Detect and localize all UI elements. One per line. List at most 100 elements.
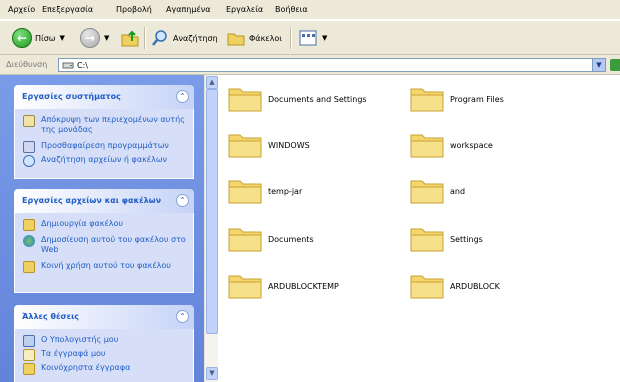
views-button[interactable]: ▼ (298, 25, 327, 51)
collapse-icon[interactable]: ⌃ (176, 310, 189, 323)
add-remove-programs-label: Προσθαφαίρεση προγραμμάτων (41, 141, 169, 150)
folder-name: Settings (450, 235, 483, 244)
menu-edit[interactable]: Επεξεργασία (42, 5, 93, 14)
publish-folder-link[interactable]: Δημοσίευση αυτού του φακέλου στο Web (15, 235, 193, 259)
menu-help[interactable]: Βοήθεια (275, 5, 308, 14)
folders-button[interactable]: Φάκελοι (226, 25, 282, 51)
forward-dropdown-icon[interactable]: ▼ (104, 34, 109, 42)
file-tasks-header[interactable]: Εργασίες αρχείων και φακέλων ⌃ (14, 189, 194, 213)
address-bar: Διεύθυνση C:\ ▼ (0, 55, 620, 75)
my-documents-link[interactable]: Τα έγγραφά μου (15, 349, 193, 363)
folder-item[interactable]: ARDUBLOCKTEMP (220, 266, 400, 302)
my-computer-label: Ο Υπολογιστής μου (41, 335, 119, 344)
views-icon (299, 30, 317, 46)
menu-tools[interactable]: Εργαλεία (226, 5, 263, 14)
go-button[interactable] (610, 59, 620, 71)
back-button[interactable]: ← Πίσω ▼ (12, 25, 65, 51)
shared-documents-icon (23, 363, 35, 375)
folder-icon (228, 275, 262, 299)
share-folder-link[interactable]: Κοινή χρήση αυτού του φακέλου (15, 261, 193, 285)
scroll-thumb[interactable] (206, 89, 218, 334)
folder-name: Program Files (450, 95, 504, 104)
system-tasks-body: Απόκρυψη των περιεχομένων αυτής της μονά… (14, 109, 194, 179)
system-tasks-header[interactable]: Εργασίες συστήματος ⌃ (14, 85, 194, 109)
folders-label: Φάκελοι (249, 33, 282, 43)
search-icon (152, 30, 167, 46)
make-folder-label: Δημιουργία φακέλου (41, 219, 124, 228)
folder-name: ARDUBLOCKTEMP (268, 282, 339, 291)
folder-name: WINDOWS (268, 141, 310, 150)
folder-name: Documents (268, 235, 314, 244)
task-pane: Εργασίες συστήματος ⌃ Απόκρυψη των περιε… (0, 75, 204, 382)
system-tasks-panel: Εργασίες συστήματος ⌃ Απόκρυψη των περιε… (14, 85, 194, 179)
folder-icon (228, 88, 262, 112)
folder-icon (410, 228, 444, 252)
folder-icon (228, 180, 262, 204)
folder-item[interactable]: ARDUBLOCK (402, 266, 582, 302)
other-places-panel: Άλλες θέσεις ⌃ Ο Υπολογιστής μου Τα έγγρ… (14, 305, 194, 382)
my-documents-icon (23, 349, 35, 361)
folder-icon (228, 228, 262, 252)
collapse-icon[interactable]: ⌃ (176, 90, 189, 103)
menu-file[interactable]: Αρχείο (8, 5, 35, 14)
address-dropdown-icon[interactable]: ▼ (592, 59, 605, 71)
share-folder-icon (23, 261, 35, 273)
menu-bar: Αρχείο Επεξεργασία Προβολή Αγαπημένα Εργ… (0, 0, 620, 20)
forward-button[interactable]: → ▼ (80, 25, 109, 51)
folder-name: temp-jar (268, 187, 303, 196)
folder-item[interactable]: temp-jar (220, 171, 400, 207)
menu-view[interactable]: Προβολή (116, 5, 152, 14)
toolbar-separator (144, 27, 146, 49)
publish-web-icon (23, 235, 35, 247)
file-tasks-title: Εργασίες αρχείων και φακέλων (22, 196, 162, 205)
task-pane-scrollbar[interactable]: ▲ ▼ (204, 75, 218, 382)
folder-item[interactable]: and (402, 171, 582, 207)
add-remove-programs-link[interactable]: Προσθαφαίρεση προγραμμάτων (15, 141, 193, 155)
share-folder-label: Κοινή χρήση αυτού του φακέλου (41, 261, 171, 270)
folder-item[interactable]: Settings (402, 219, 582, 255)
folder-name: Documents and Settings (268, 95, 367, 104)
scroll-down-icon[interactable]: ▼ (206, 367, 218, 380)
folder-name: ARDUBLOCK (450, 282, 500, 291)
shared-documents-label: Κοινόχρηστα έγγραφα (41, 363, 131, 372)
search-files-link[interactable]: Αναζήτηση αρχείων ή φακέλων (15, 155, 193, 169)
back-label: Πίσω (35, 33, 56, 43)
shared-documents-link[interactable]: Κοινόχρηστα έγγραφα (15, 363, 193, 377)
folder-view: Documents and Settings Program Files WIN… (218, 75, 620, 382)
my-computer-link[interactable]: Ο Υπολογιστής μου (15, 335, 193, 349)
folder-icon (410, 134, 444, 158)
search-label: Αναζήτηση (173, 33, 218, 43)
address-input[interactable]: C:\ ▼ (58, 58, 606, 72)
hide-drive-contents-link[interactable]: Απόκρυψη των περιεχομένων αυτής της μονά… (15, 115, 193, 139)
folder-item[interactable]: Documents (220, 219, 400, 255)
menu-favorites[interactable]: Αγαπημένα (166, 5, 211, 14)
hide-drive-contents-label: Απόκρυψη των περιεχομένων αυτής της μονά… (41, 115, 185, 134)
folder-item[interactable]: Documents and Settings (220, 79, 400, 115)
forward-arrow-icon: → (80, 28, 100, 48)
back-dropdown-icon[interactable]: ▼ (60, 34, 65, 42)
other-places-title: Άλλες θέσεις (22, 312, 79, 321)
address-value: C:\ (77, 61, 88, 70)
folder-icon (410, 88, 444, 112)
folder-icon (410, 275, 444, 299)
make-folder-link[interactable]: Δημιουργία φακέλου (15, 219, 193, 233)
toolbar-separator (290, 27, 292, 49)
drive-icon (62, 62, 74, 69)
folder-name: and (450, 187, 466, 196)
scroll-up-icon[interactable]: ▲ (206, 76, 218, 89)
new-folder-icon (23, 219, 35, 231)
search-files-icon (23, 155, 35, 167)
toolbar: ← Πίσω ▼ → ▼ Αναζήτηση Φάκελοι ▼ (0, 21, 620, 55)
collapse-icon[interactable]: ⌃ (176, 194, 189, 207)
add-remove-programs-icon (23, 141, 35, 153)
views-dropdown-icon[interactable]: ▼ (322, 34, 327, 42)
up-folder-button[interactable] (120, 25, 140, 51)
folder-item[interactable]: workspace (402, 125, 582, 161)
back-arrow-icon: ← (12, 28, 32, 48)
other-places-header[interactable]: Άλλες θέσεις ⌃ (14, 305, 194, 329)
search-button[interactable]: Αναζήτηση (150, 25, 218, 51)
folder-item[interactable]: Program Files (402, 79, 582, 115)
folder-item[interactable]: WINDOWS (220, 125, 400, 161)
up-folder-icon (121, 30, 139, 47)
file-tasks-panel: Εργασίες αρχείων και φακέλων ⌃ Δημιουργί… (14, 189, 194, 293)
